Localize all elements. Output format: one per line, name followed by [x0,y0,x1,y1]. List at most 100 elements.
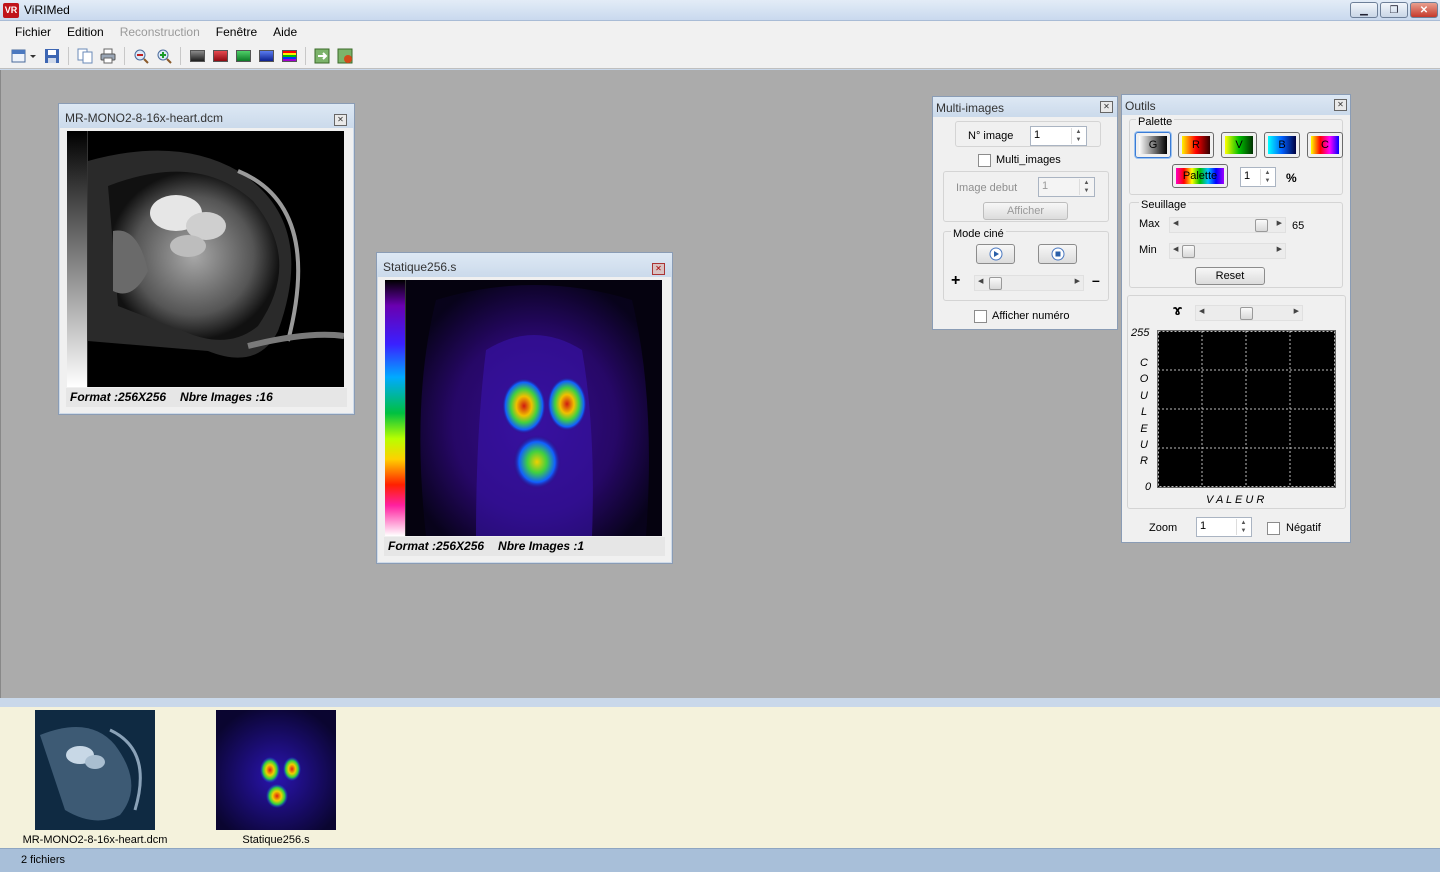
min-slider[interactable]: ◀ ▶ [1169,243,1286,259]
speed-plus-label: + [951,272,961,289]
menu-reconstruction[interactable]: Reconstruction [112,25,208,39]
export-button[interactable] [336,47,354,65]
scroll-right-icon[interactable]: ▶ [1277,245,1282,253]
copy-button[interactable] [76,47,94,65]
afficher-button[interactable]: Afficher [983,202,1068,220]
palette-v-button[interactable]: V [1221,132,1257,158]
save-button[interactable] [43,47,61,65]
scroll-left-icon[interactable]: ◀ [1199,307,1204,315]
mr-window-close-button[interactable]: ✕ [334,114,347,126]
palette-b-button[interactable]: B [1264,132,1300,158]
status-bar: 2 fichiers [0,848,1440,872]
palette-percent-spinner[interactable]: 1 ▲ ▼ [1240,167,1276,187]
spinner-arrows-icon[interactable]: ▲ ▼ [1079,179,1093,195]
max-slider-thumb[interactable] [1255,219,1268,232]
statique-window-caption: Statique256.s [377,253,672,277]
y-letter: L [1140,406,1148,419]
n-image-value: 1 [1034,129,1041,141]
menu-edition[interactable]: Edition [59,25,112,39]
statique-window-close-button[interactable]: ✕ [652,263,665,275]
scroll-right-icon[interactable]: ▶ [1075,277,1080,285]
afficher-numero-checkbox[interactable] [974,310,987,323]
new-dropdown-button[interactable] [10,47,38,65]
palette-custom-button[interactable]: Palette [1172,164,1228,188]
close-icon: ✕ [1103,102,1110,111]
palette-r-button[interactable]: R [1178,132,1214,158]
zoom-spinner[interactable]: 1 ▲ ▼ [1196,517,1252,537]
palette-green-button[interactable] [234,47,252,65]
separator [180,46,181,65]
close-button[interactable]: ✕ [1410,2,1438,18]
image-debut-group: Image debut 1 ▲ ▼ Afficher [943,171,1109,222]
restore-icon: ❐ [1389,4,1399,16]
import-button[interactable] [313,47,331,65]
mr-window-caption: MR-MONO2-8-16x-heart.dcm [59,104,354,128]
statique-image-viewer[interactable] [406,280,662,536]
min-slider-thumb[interactable] [1182,245,1195,258]
thumbnail-statique[interactable] [216,710,336,830]
restore-button[interactable]: ❐ [1380,2,1408,18]
toolbar [0,43,1440,69]
mdi-workspace: MR-MONO2-8-16x-heart.dcm ✕ Format :256X2… [0,70,1440,698]
zoom-label: Zoom [1149,522,1178,534]
palette-g-button[interactable]: G [1135,132,1171,158]
zoom-out-button[interactable] [132,47,150,65]
palette-blue-button[interactable] [257,47,275,65]
statique-image-window[interactable]: Statique256.s ✕ Format :256X256 Nbre Imag… [376,252,673,564]
close-icon: ✕ [1337,100,1344,109]
stop-icon [1051,247,1064,261]
statique-count-label: Nbre Images :1 [498,539,585,553]
thumbnail-mr-caption: MR-MONO2-8-16x-heart.dcm [22,834,168,846]
scroll-left-icon[interactable]: ◀ [978,277,983,285]
outils-close-button[interactable]: ✕ [1334,99,1347,111]
zoom-value: 1 [1200,520,1207,532]
max-slider[interactable]: ◀ ▶ [1169,217,1286,233]
y-letter: U [1140,389,1148,402]
red-swatch-icon [212,49,228,62]
palette-c-button[interactable]: C [1307,132,1343,158]
menu-fichier[interactable]: Fichier [7,25,59,39]
scroll-right-icon[interactable]: ▶ [1294,307,1299,315]
zoom-in-button[interactable] [155,47,173,65]
stop-button[interactable] [1038,244,1077,264]
close-icon: ✕ [655,264,662,273]
spinner-arrows-icon[interactable]: ▲ ▼ [1071,128,1085,144]
palette-r-label: R [1192,139,1200,151]
scroll-right-icon[interactable]: ▶ [1277,219,1282,227]
image-debut-spinner[interactable]: 1 ▲ ▼ [1038,177,1095,197]
speed-slider-thumb[interactable] [989,277,1002,290]
color-curve-plot[interactable] [1157,330,1336,488]
statique-thumbnail-image [216,710,336,830]
multi-images-close-button[interactable]: ✕ [1100,101,1113,113]
mr-image-window[interactable]: MR-MONO2-8-16x-heart.dcm ✕ Format :256X2… [58,103,355,415]
reset-button[interactable]: Reset [1195,267,1265,285]
speed-slider[interactable]: ◀ ▶ [974,275,1084,291]
minimize-button[interactable]: ▁ [1350,2,1378,18]
y-letter: O [1139,373,1149,386]
mr-count-label: Nbre Images :16 [180,390,273,404]
thumbnail-strip: MR-MONO2-8-16x-heart.dcm Statique256.s [0,698,1440,848]
spinner-arrows-icon[interactable]: ▲ ▼ [1236,519,1250,535]
mode-cine-label: Mode ciné [951,228,1006,240]
n-image-spinner[interactable]: 1 ▲ ▼ [1030,126,1087,146]
gamma-slider-thumb[interactable] [1240,307,1253,320]
seuillage-group: Seuillage Max ◀ ▶ 65 Min ◀ ▶ Reset [1129,199,1343,288]
spinner-arrows-icon[interactable]: ▲ ▼ [1260,169,1274,185]
gamma-slider[interactable]: ◀ ▶ [1195,305,1303,321]
palette-gray-button[interactable] [188,47,206,65]
scintigraphy-image [406,280,662,536]
menu-fenetre[interactable]: Fenêtre [208,25,265,39]
play-button[interactable] [976,244,1015,264]
palette-red-button[interactable] [211,47,229,65]
scroll-left-icon[interactable]: ◀ [1173,245,1178,253]
thumbnail-mr[interactable] [35,710,155,830]
mr-image-viewer[interactable] [88,131,345,387]
close-icon: ✕ [1419,4,1429,16]
scroll-left-icon[interactable]: ◀ [1173,219,1178,227]
palette-rainbow-button[interactable] [280,47,298,65]
image-debut-label: Image debut [956,182,1018,194]
print-button[interactable] [99,47,117,65]
multi-images-checkbox[interactable] [978,154,991,167]
menu-aide[interactable]: Aide [265,25,305,39]
negatif-checkbox[interactable] [1267,522,1280,535]
